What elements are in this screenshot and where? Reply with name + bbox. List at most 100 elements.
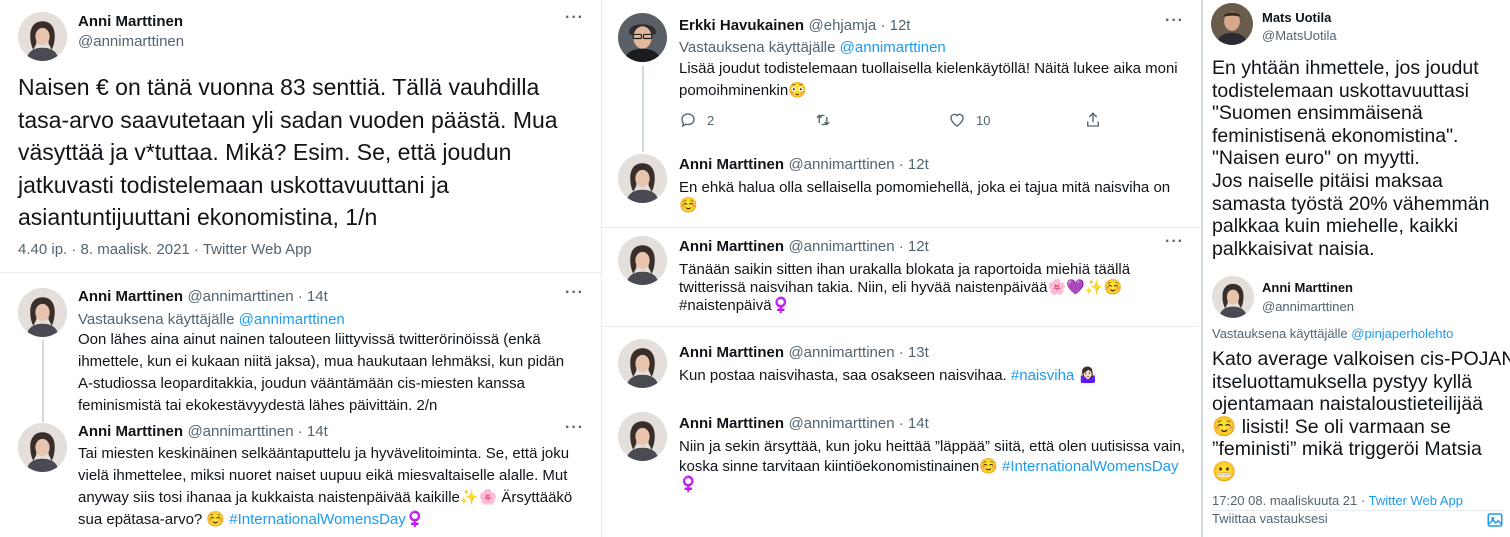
hashtag-link[interactable]: #naisviha [1011,367,1074,384]
hashtag-link[interactable]: #naistenpäivä♀️ [679,295,790,317]
reply-prefix: Vastauksena käyttäjälle [1212,326,1348,341]
retweet-button[interactable] [814,111,832,129]
more-options-icon[interactable]: ··· [1165,12,1184,30]
tweet-text-line: koska sinne tarvitaan kiintiöekonomistin… [679,456,1179,478]
avatar[interactable] [618,412,667,461]
tweet-text-line: feminismistä tai ekokestävyydestä lähes … [78,397,438,414]
tweet-header: Anni Marttinen @annimarttinen · 14t [78,423,328,441]
tweet-text-line: tasa-arvo saavutetaan yli sadan vuoden p… [18,106,558,133]
hashtag-link[interactable]: #InternationalWomensDay♀️ [229,511,424,528]
author-handle[interactable]: @ehjamja · 12t [809,17,911,34]
reply-prefix: Vastauksena käyttäjälle [679,39,836,56]
avatar[interactable] [1212,276,1254,318]
hashtag-link[interactable]: #InternationalWomensDay [1002,458,1178,475]
tweet-text-line: asiantuntijuuttani ekonomistina, 1/n [18,204,378,231]
tweet-text-line: Jos naiselle pitäisi maksaa [1212,170,1443,192]
more-options-icon[interactable]: ··· [565,419,584,437]
like-button[interactable]: 10 [948,111,990,129]
reply-to-link[interactable]: @annimarttinen [840,39,946,56]
author-name[interactable]: Anni Marttinen [1262,280,1353,295]
reply-box[interactable]: Twiittaa vastauksesi [1212,510,1504,526]
author-name[interactable]: Anni Marttinen [679,238,784,255]
tweet-timestamp[interactable]: 4.40 ip. · 8. maalisk. 2021 · Twitter We… [18,241,312,258]
tweet-header: Anni Marttinen @annimarttinen · 13t [679,344,929,362]
author-name[interactable]: Anni Marttinen [679,156,784,173]
avatar[interactable] [18,423,67,472]
tweet-text-line: Kato average valkoisen cis-POJAN [1212,348,1510,370]
more-options-icon[interactable]: ··· [1165,233,1184,251]
avatar[interactable] [618,13,667,62]
avatar[interactable] [1211,3,1253,45]
avatar[interactable] [618,154,667,203]
author-handle[interactable]: @annimarttinen · 14t [187,423,327,440]
reply-prefix: Vastauksena käyttäjälle [78,311,235,328]
thread-column-right: Mats Uotila @MatsUotila En yhtään ihmett… [1201,0,1510,537]
female-sign-link[interactable]: ♀️ [679,474,698,496]
image-icon[interactable] [1486,511,1504,529]
tweet-text-line: samasta työstä 20% vähemmän [1212,192,1490,215]
thread-line [642,66,644,152]
avatar[interactable] [618,236,667,285]
reply-to-link[interactable]: @pinjaperholehto [1351,326,1453,341]
divider [602,227,1199,228]
reply-placeholder: Twiittaa vastauksesi [1212,511,1328,526]
author-name[interactable]: Erkki Havukainen [679,17,804,34]
tweet-text-line: vielä ihmettelee, miksi nuoret naiset uu… [78,467,568,484]
tweet-header: Erkki Havukainen @ehjamja · 12t [679,17,910,35]
tweet-text-line: En ehkä halua olla sellaisella pomomiehe… [679,179,1171,196]
tweet-text-line: 😬 [1212,461,1237,483]
reply-to-link[interactable]: @annimarttinen [239,311,345,328]
more-options-icon[interactable]: ··· [565,284,584,302]
heart-icon [950,113,964,127]
timestamp-text: 17:20 08. maaliskuuta 21 · [1212,493,1369,508]
avatar[interactable] [618,339,667,388]
author-name[interactable]: Anni Marttinen [78,288,183,305]
divider [602,326,1199,327]
author-handle[interactable]: @annimarttinen · 13t [788,344,928,361]
tweet-text: sua epätasa-arvo? ☺️ [78,511,230,528]
author-name[interactable]: Anni Marttinen [679,344,784,361]
author-handle[interactable]: @annimarttinen [1262,299,1354,314]
author-handle[interactable]: @annimarttinen · 14t [187,288,327,305]
tweet-text-line: todistelemaan uskottavuuttasi [1212,79,1469,102]
source-app-link[interactable]: Twitter Web App [1369,493,1463,508]
tweet-text-line: palkkaa kuin miehelle, kaikki [1212,215,1459,238]
reply-context: Vastauksena käyttäjälle @annimarttinen [78,311,345,328]
tweet-text-line: ”feministi” mikä triggeröi Matsia [1212,438,1482,461]
tweet-text-line: Tai miesten keskinäinen selkääntaputtelu… [78,445,570,462]
tweet-text-line: feministisenä ekonomistina". [1212,124,1459,147]
tweet-text-line: "Naisen euro" on myytti. [1212,147,1420,170]
author-name[interactable]: Anni Marttinen [78,13,183,30]
tweet-text-line: ☺️ lisisti! Se oli varmaan se [1212,415,1451,438]
author-handle[interactable]: @MatsUotila [1262,28,1337,43]
tweet-text-line: A-studiossa leoparditakkia, joudun väänt… [78,375,525,392]
tweet-header: Anni Marttinen @annimarttinen · 12t [679,238,929,256]
share-button[interactable] [1084,111,1102,129]
avatar[interactable] [18,12,67,61]
reply-button[interactable]: 2 [679,111,714,129]
share-icon [1087,112,1099,127]
tweet-text-line: itseluottamuksella pystyy kyllä [1212,370,1473,393]
author-handle[interactable]: @annimarttinen · 12t [788,156,928,173]
more-options-icon[interactable]: ··· [565,9,584,27]
tweet-text-line: ihmettele, kun ei kukaan niitä jaksa), m… [78,353,565,370]
avatar[interactable] [18,288,67,337]
thread-column-middle: Erkki Havukainen @ehjamja · 12t ··· Vast… [601,0,1199,537]
thread-line [42,340,44,422]
tweet-header: Anni Marttinen @annimarttinen · 12t [679,156,929,174]
author-handle[interactable]: @annimarttinen · 12t [788,238,928,255]
author-name[interactable]: Mats Uotila [1262,10,1331,25]
author-handle[interactable]: @annimarttinen · 14t [788,415,928,432]
shrug-emoji: 🤷🏻‍♀️ [1074,367,1098,384]
author-name[interactable]: Anni Marttinen [679,415,784,432]
tweet-text-line: "Suomen ensimmäisenä [1212,102,1423,125]
tweet-text-line: ojentamaan naistaloustieteilijää [1212,393,1484,416]
author-handle[interactable]: @annimarttinen [78,33,184,50]
author-name[interactable]: Anni Marttinen [78,423,183,440]
divider [0,272,601,273]
tweet-text-line: Naisen € on tänä vuonna 83 senttiä. Täll… [18,74,540,100]
reply-context: Vastauksena käyttäjälle @pinjaperholehto [1212,326,1453,341]
tweet-text-line: pomoihminenkin😳 [679,82,807,99]
tweet-text-line: Niin ja sekin ärsyttää, kun joku heittää… [679,438,1186,455]
retweet-icon [816,114,830,126]
